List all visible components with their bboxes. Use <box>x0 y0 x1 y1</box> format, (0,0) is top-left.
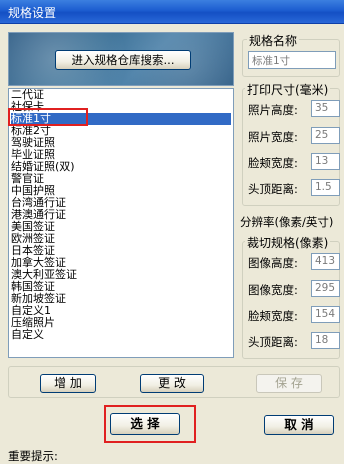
print-height-label: 照片高度: <box>248 103 298 117</box>
image-height-label: 图像高度: <box>248 256 298 270</box>
spec-list-item[interactable]: 压缩照片 <box>11 317 231 329</box>
spec-list-item[interactable]: 二代证 <box>11 89 231 101</box>
warehouse-search-button[interactable]: 进入规格仓库搜索... <box>55 50 191 70</box>
image-face-width-label: 脸颊宽度: <box>248 309 298 323</box>
print-width-label: 照片宽度: <box>248 130 298 144</box>
banner-image: 进入规格仓库搜索... <box>8 32 234 86</box>
cancel-button[interactable]: 取 消 <box>264 415 334 435</box>
highlight-box-selected-item <box>8 108 88 126</box>
edit-button[interactable]: 更 改 <box>140 374 204 393</box>
image-width-field[interactable]: 295 <box>311 280 340 297</box>
print-face-width-field[interactable]: 13 <box>311 153 340 170</box>
important-hint-label: 重要提示: <box>8 449 58 463</box>
print-top-distance-field[interactable]: 1.5 <box>311 179 340 196</box>
print-face-width-label: 脸颊宽度: <box>248 156 298 170</box>
highlight-box-select-button <box>104 405 196 443</box>
spec-list-item[interactable]: 自定义 <box>11 329 231 341</box>
spec-name-legend: 规格名称 <box>247 32 300 49</box>
add-button[interactable]: 增 加 <box>40 374 96 393</box>
crop-spec-legend: 裁切规格(像素) <box>245 234 331 251</box>
image-top-distance-field[interactable]: 18 <box>311 332 340 349</box>
image-face-width-field[interactable]: 154 <box>311 306 340 323</box>
resolution-label: 分辨率(像素/英寸) <box>240 215 334 229</box>
image-height-field[interactable]: 413 <box>311 253 340 270</box>
save-button[interactable]: 保 存 <box>256 374 322 393</box>
image-top-distance-label: 头顶距离: <box>248 335 298 349</box>
print-top-distance-label: 头顶距离: <box>248 182 298 196</box>
print-width-field[interactable]: 25 <box>311 127 340 144</box>
spec-list-item[interactable]: 结婚证照(双) <box>11 161 231 173</box>
title-bar: 规格设置 <box>0 0 344 24</box>
print-height-field[interactable]: 35 <box>311 100 340 117</box>
spec-name-field[interactable]: 标准1寸 <box>248 51 336 69</box>
window-title: 规格设置 <box>8 6 57 20</box>
image-width-label: 图像宽度: <box>248 283 298 297</box>
print-size-legend: 打印尺寸(毫米) <box>245 81 331 98</box>
spec-list[interactable]: 二代证 社保卡 标准1寸 标准2寸 驾驶证照 毕业证照 结婚证照(双) 警官证 中国护照 台湾通行… <box>8 88 234 358</box>
